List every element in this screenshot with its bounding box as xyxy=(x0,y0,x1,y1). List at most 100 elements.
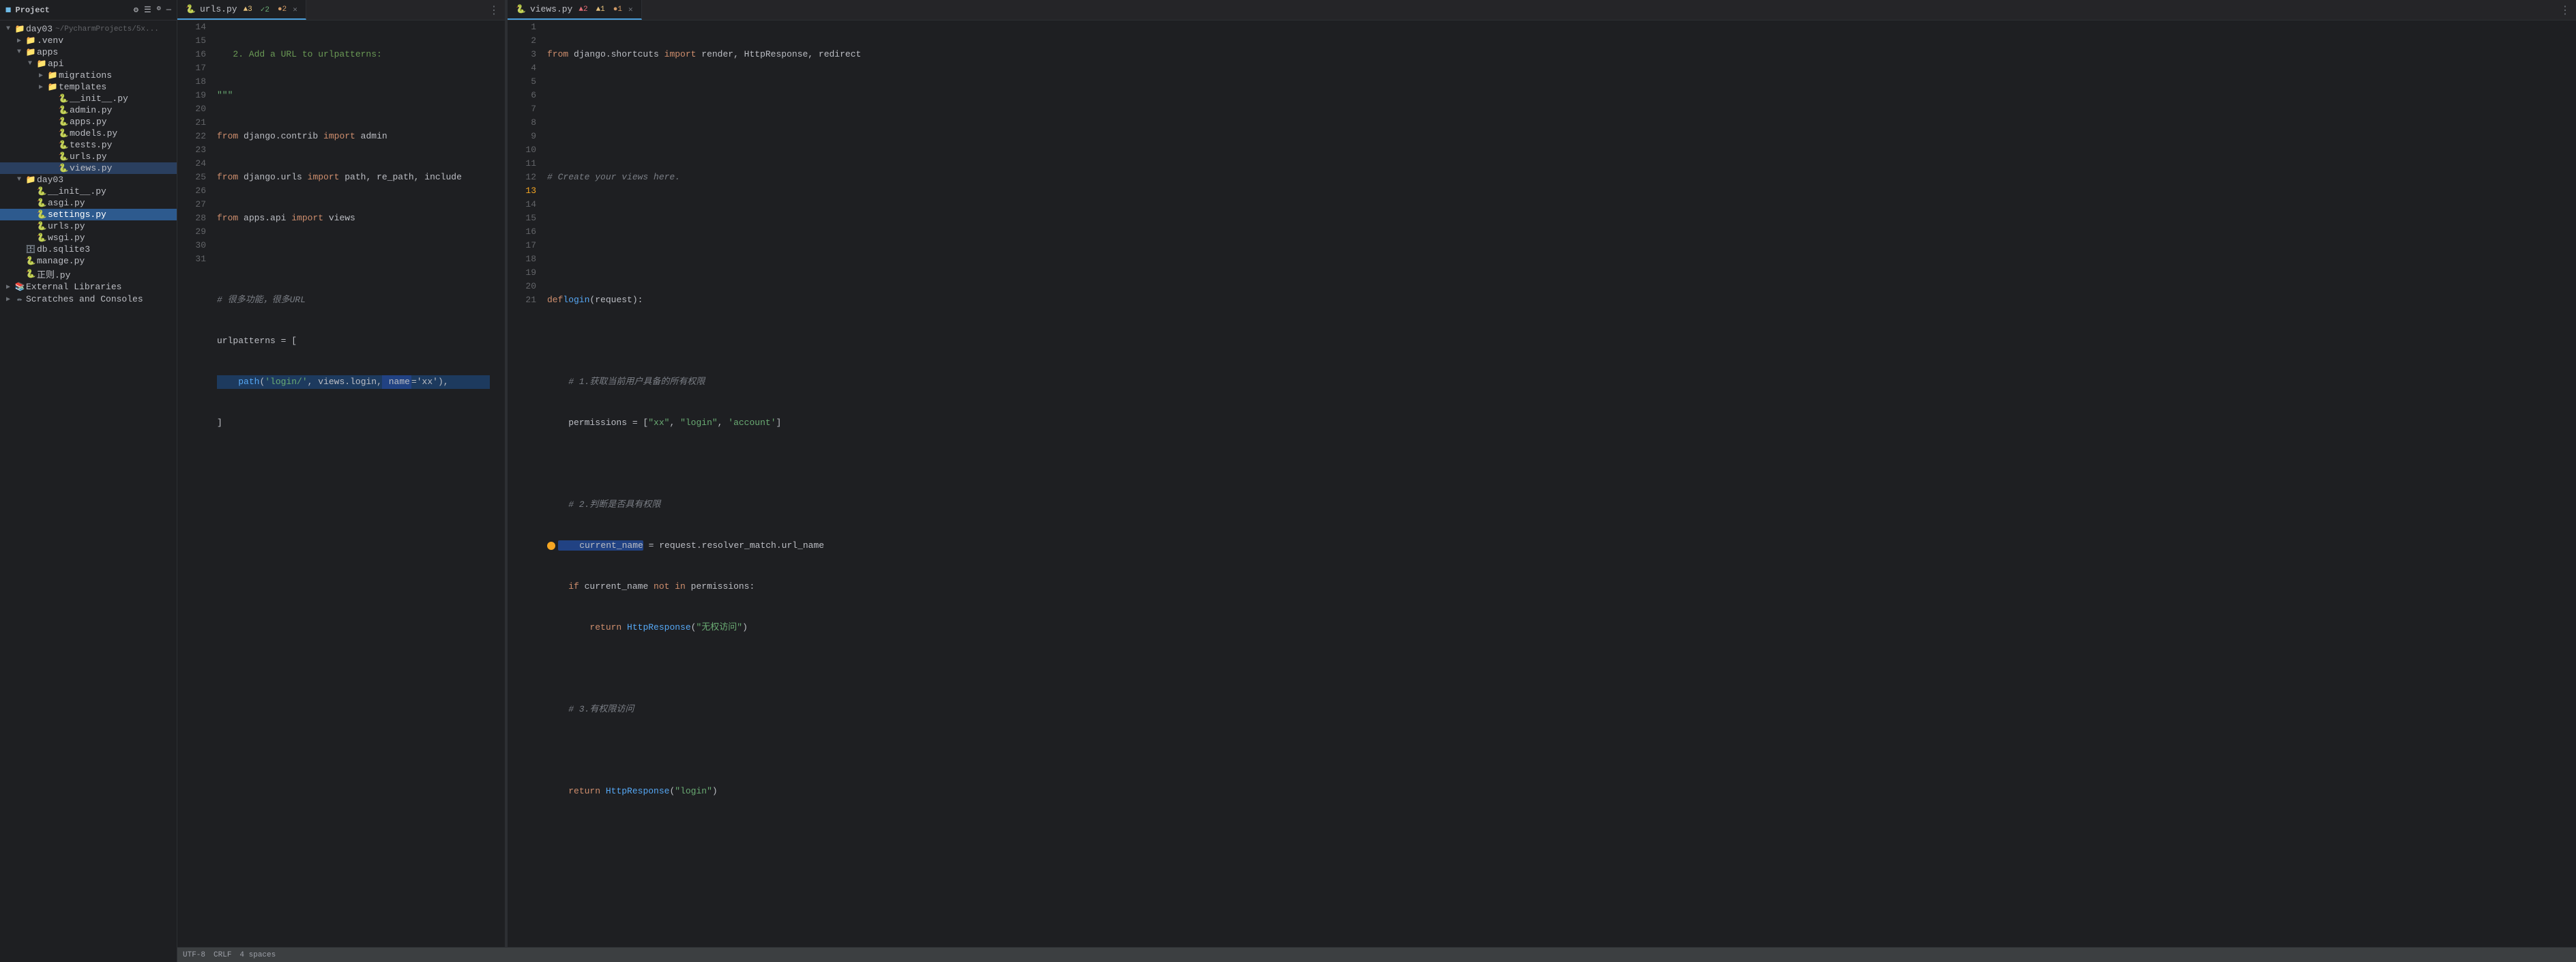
warn-yellow: ▲1 xyxy=(594,5,607,14)
code-line: from django.urls import path, re_path, i… xyxy=(217,171,490,184)
arrow-icon: ▶ xyxy=(35,72,46,80)
tree-item-init[interactable]: ▶ 🐍 __init__.py xyxy=(0,93,177,104)
py-icon: 🐍 xyxy=(57,128,70,139)
arrow-icon: ▶ xyxy=(14,37,25,45)
tree-label: asgi.py xyxy=(48,198,85,208)
warn-yellow: ▲3 xyxy=(241,5,254,14)
tree-label: settings.py xyxy=(48,209,106,220)
code-line: """ xyxy=(217,89,490,102)
sidebar: ◼ Project ⚙ ☰ ⚙ — ▼ 📁 day03 ~/PycharmPro… xyxy=(0,0,177,962)
tree-item-api[interactable]: ▼ 📁 api xyxy=(0,58,177,70)
code-line xyxy=(547,212,2561,225)
left-editor-pane: 🐍 urls.py ▲3 ✓2 ●2 ✕ ⋮ 14 15 16 17 18 xyxy=(177,0,505,947)
tree-item-db[interactable]: ▶ 🗄 db.sqlite3 xyxy=(0,244,177,255)
py-icon: 🐍 xyxy=(35,209,48,220)
code-line xyxy=(547,130,2561,143)
tree-label: __init__.py xyxy=(70,93,128,104)
tab-views[interactable]: 🐍 views.py ▲2 ▲1 ●1 ✕ xyxy=(508,0,642,20)
tree-item-manage[interactable]: ▶ 🐍 manage.py xyxy=(0,255,177,267)
arrow-icon: ▶ xyxy=(35,83,46,91)
tab-close-btn[interactable]: ✕ xyxy=(293,5,297,14)
code-line: def login(request): xyxy=(547,293,2561,307)
py-icon: 🐍 xyxy=(57,163,70,173)
code-line xyxy=(217,744,490,757)
tree-item-external-libs[interactable]: ▶ 📚 External Libraries xyxy=(0,281,177,293)
code-line xyxy=(547,252,2561,266)
list-icon[interactable]: ☰ xyxy=(144,5,151,15)
tree-label: templates xyxy=(59,82,106,92)
warn-red: ▲2 xyxy=(576,5,589,14)
tree-item-venv[interactable]: ▶ 📁 .venv xyxy=(0,35,177,46)
code-line: from django.shortcuts import render, Htt… xyxy=(547,48,2561,61)
tree-item-views-inner[interactable]: ▶ 🐍 views.py xyxy=(0,162,177,174)
code-line: # 很多功能，很多URL xyxy=(217,293,490,307)
breakpoint-dot xyxy=(547,542,555,550)
tree-item-templates[interactable]: ▶ 📁 templates xyxy=(0,81,177,93)
tree-label: urls.py xyxy=(48,221,85,231)
left-code-area[interactable]: 2. Add a URL to urlpatterns: """ from dj… xyxy=(211,20,495,947)
gear-icon[interactable]: ⚙ xyxy=(157,5,161,15)
tree-item-apps[interactable]: ▼ 📁 apps xyxy=(0,46,177,58)
tree-label: models.py xyxy=(70,128,117,139)
tree-label: __init__.py xyxy=(48,186,106,196)
code-line: return HttpResponse("login") xyxy=(547,785,2561,798)
tree-label: apps xyxy=(37,47,58,57)
tree-item-scratches[interactable]: ▶ ✏ Scratches and Consoles xyxy=(0,293,177,306)
tree-item-settings[interactable]: ▶ 🐍 settings.py xyxy=(0,209,177,220)
tree-label: Scratches and Consoles xyxy=(26,294,143,304)
tree-item-init-day03[interactable]: ▶ 🐍 __init__.py xyxy=(0,186,177,197)
tree-item-admin[interactable]: ▶ 🐍 admin.py xyxy=(0,104,177,116)
tree-item-migrations[interactable]: ▶ 📁 migrations xyxy=(0,70,177,81)
right-line-numbers: 1 2 3 4 5 6 7 8 9 10 11 12 13 14 xyxy=(508,20,542,947)
tree-label: api xyxy=(48,59,63,69)
py-icon: 🐍 xyxy=(186,4,196,14)
minus-icon[interactable]: — xyxy=(166,5,171,15)
right-code-container: 1 2 3 4 5 6 7 8 9 10 11 12 13 14 xyxy=(508,20,2576,947)
tree-item-urls-outer[interactable]: ▶ 🐍 urls.py xyxy=(0,220,177,232)
tree-label: migrations xyxy=(59,70,112,81)
sidebar-tree: ▼ 📁 day03 ~/PycharmProjects/5x... ▶ 📁 .v… xyxy=(0,20,177,962)
tab-urls[interactable]: 🐍 urls.py ▲3 ✓2 ●2 ✕ xyxy=(177,0,306,20)
tree-label: views.py xyxy=(70,163,112,173)
more-options-btn[interactable]: ⋮ xyxy=(483,3,505,17)
tree-item-wsgi[interactable]: ▶ 🐍 wsgi.py xyxy=(0,232,177,244)
more-options-btn-right[interactable]: ⋮ xyxy=(2554,3,2576,17)
left-tab-bar: 🐍 urls.py ▲3 ✓2 ●2 ✕ ⋮ xyxy=(177,0,505,20)
tree-label: 正则.py xyxy=(37,267,70,280)
py-icon: 🐍 xyxy=(57,140,70,150)
tree-item-asgi[interactable]: ▶ 🐍 asgi.py xyxy=(0,197,177,209)
code-line xyxy=(217,703,490,716)
right-editor-scroll[interactable]: 1 2 3 4 5 6 7 8 9 10 11 12 13 14 xyxy=(508,20,2576,947)
code-line: return HttpResponse("无权访问") xyxy=(547,621,2561,635)
tree-item-models[interactable]: ▶ 🐍 models.py xyxy=(0,128,177,139)
py-icon: 🐍 xyxy=(35,186,48,196)
left-editor-scroll[interactable]: 14 15 16 17 18 19 20 21 22 23 24 25 26 2… xyxy=(177,20,505,947)
right-code-area[interactable]: from django.shortcuts import render, Htt… xyxy=(542,20,2566,947)
arrow-icon: ▶ xyxy=(3,283,14,291)
tree-item-apps-py[interactable]: ▶ 🐍 apps.py xyxy=(0,116,177,128)
folder-icon: 📁 xyxy=(35,59,48,69)
tree-item-tests[interactable]: ▶ 🐍 tests.py xyxy=(0,139,177,151)
code-line-highlighted: path('login/', views.login, name='xx'), xyxy=(217,375,490,389)
tree-item-day03-sub[interactable]: ▼ 📁 day03 xyxy=(0,174,177,186)
py-icon: 🐍 xyxy=(516,4,526,14)
tab-filename: urls.py xyxy=(200,4,237,14)
arrow-icon: ▼ xyxy=(3,25,14,33)
editor-area: 🐍 urls.py ▲3 ✓2 ●2 ✕ ⋮ 14 15 16 17 18 xyxy=(177,0,2576,962)
folder-icon: 📁 xyxy=(25,35,37,46)
code-line xyxy=(547,457,2561,471)
tree-label: wsgi.py xyxy=(48,233,85,243)
tree-item-zhengze[interactable]: ▶ 🐍 正则.py xyxy=(0,267,177,281)
tree-item-day03[interactable]: ▼ 📁 day03 ~/PycharmProjects/5x... xyxy=(0,23,177,35)
arrow-icon: ▼ xyxy=(14,176,25,184)
code-line-13: current_name = request.resolver_match.ur… xyxy=(547,539,2561,553)
tree-item-urls-inner[interactable]: ▶ 🐍 urls.py xyxy=(0,151,177,162)
code-line xyxy=(217,580,490,594)
project-icon: ◼ xyxy=(5,4,11,16)
left-line-numbers: 14 15 16 17 18 19 20 21 22 23 24 25 26 2… xyxy=(177,20,211,947)
arrow-icon: ▼ xyxy=(25,60,35,68)
tab-close-btn[interactable]: ✕ xyxy=(628,5,633,14)
code-line: if current_name not in permissions: xyxy=(547,580,2561,594)
settings-icon[interactable]: ⚙ xyxy=(134,5,138,15)
tab-filename: views.py xyxy=(530,4,572,14)
